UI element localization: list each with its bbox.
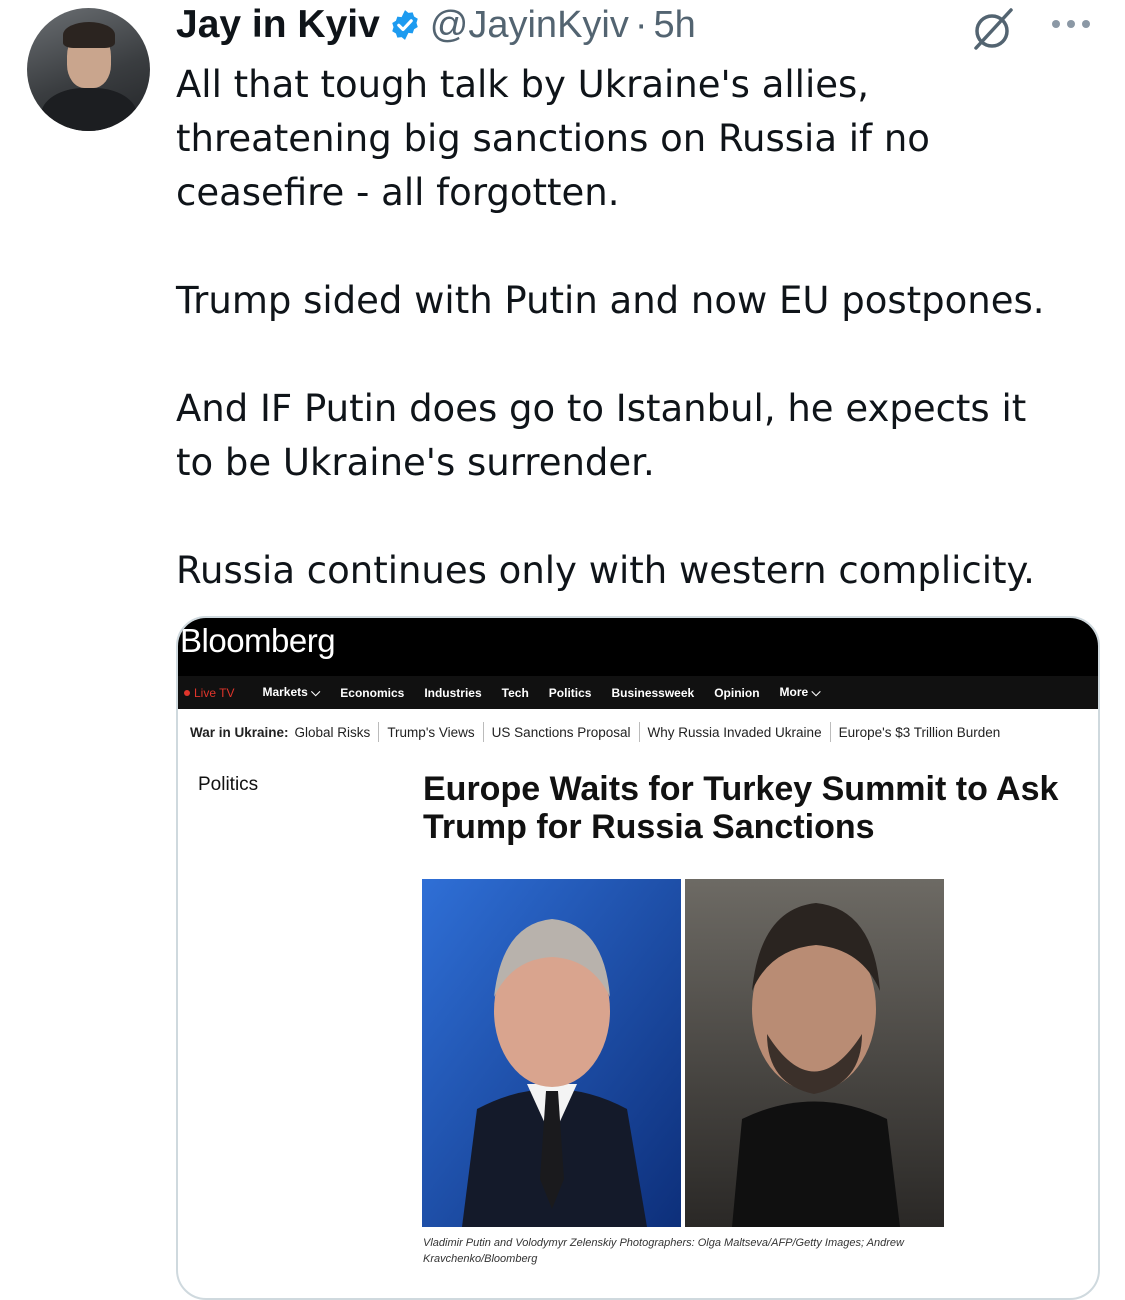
tweet-header: Jay in Kyiv @JayinKyiv · 5h <box>176 0 696 50</box>
bloomberg-nav: Live TV Markets ⌵ Economics Industries T… <box>178 676 1098 709</box>
live-tv-link: Live TV <box>184 686 234 700</box>
nav-item-label: More <box>779 685 809 699</box>
timestamp[interactable]: 5h <box>654 4 696 47</box>
nav-item-markets: Markets ⌵ <box>262 685 320 700</box>
subnav-divider <box>482 722 484 742</box>
author-name[interactable]: Jay in Kyiv <box>176 3 380 47</box>
tweet-text-line: Trump sided with Putin and now EU postpo… <box>176 279 1045 322</box>
subnav-divider <box>829 722 831 742</box>
caption-names: Vladimir Putin and Volodymyr Zelenskiy <box>423 1237 617 1249</box>
photo-caption: Vladimir Putin and Volodymyr Zelenskiy P… <box>423 1235 943 1267</box>
avatar[interactable] <box>27 8 150 131</box>
bloomberg-header: Bloomberg <box>178 618 1098 676</box>
subnav-item: Europe's $3 Trillion Burden <box>838 724 1001 740</box>
subnav-item: Global Risks <box>294 724 371 740</box>
nav-item-industries: Industries <box>424 685 482 700</box>
nav-item-label: Markets <box>262 685 308 699</box>
grok-icon[interactable] <box>968 6 1018 52</box>
nav-item-opinion: Opinion <box>714 685 760 700</box>
tweet-text-line: to be Ukraine's surrender. <box>176 441 655 484</box>
article-photo <box>422 879 944 1227</box>
avatar-body <box>41 88 137 131</box>
tweet-text-line: ceasefire - all forgotten. <box>176 171 620 214</box>
live-dot-icon <box>184 689 190 696</box>
avatar-hair <box>63 22 115 48</box>
bloomberg-logo: Bloomberg <box>180 622 336 659</box>
tweet-text: All that tough talk by Ukraine's allies,… <box>176 58 1106 598</box>
bloomberg-subnav: War in Ukraine: Global Risks Trump's Vie… <box>190 717 1000 747</box>
subnav-divider <box>638 722 640 742</box>
tweet-text-line: threatening big sanctions on Russia if n… <box>176 117 930 160</box>
chevron-down-icon: ⌵ <box>311 685 321 699</box>
nav-item-politics: Politics <box>548 685 592 700</box>
subnav-lead: War in Ukraine: <box>190 724 289 740</box>
tweet-text-line: All that tough talk by Ukraine's allies, <box>176 63 870 106</box>
more-options-icon[interactable] <box>1048 14 1094 34</box>
tweet-text-line: And IF Putin does go to Istanbul, he exp… <box>176 387 1027 430</box>
tweet-text-line: Russia continues only with western compl… <box>176 549 1035 592</box>
nav-item-businessweek: Businessweek <box>611 685 695 700</box>
chevron-down-icon: ⌵ <box>811 685 821 699</box>
author-handle[interactable]: @JayinKyiv <box>430 4 629 47</box>
article-headline: Europe Waits for Turkey Summit to Ask Tr… <box>423 770 1059 846</box>
subnav-divider <box>378 722 380 742</box>
separator: · <box>634 3 648 46</box>
subnav-item: Why Russia Invaded Ukraine <box>647 724 822 740</box>
verified-badge-icon <box>392 10 418 40</box>
attached-image-card[interactable]: Bloomberg Live TV Markets ⌵ Economics In… <box>176 616 1100 1300</box>
subnav-item: Trump's Views <box>387 724 475 740</box>
subnav-item: US Sanctions Proposal <box>491 724 631 740</box>
live-tv-label: Live TV <box>194 685 235 700</box>
nav-item-economics: Economics <box>340 685 405 700</box>
article-section: Politics <box>198 774 259 795</box>
nav-item-more: More ⌵ <box>780 685 821 700</box>
nav-item-tech: Tech <box>501 685 529 700</box>
